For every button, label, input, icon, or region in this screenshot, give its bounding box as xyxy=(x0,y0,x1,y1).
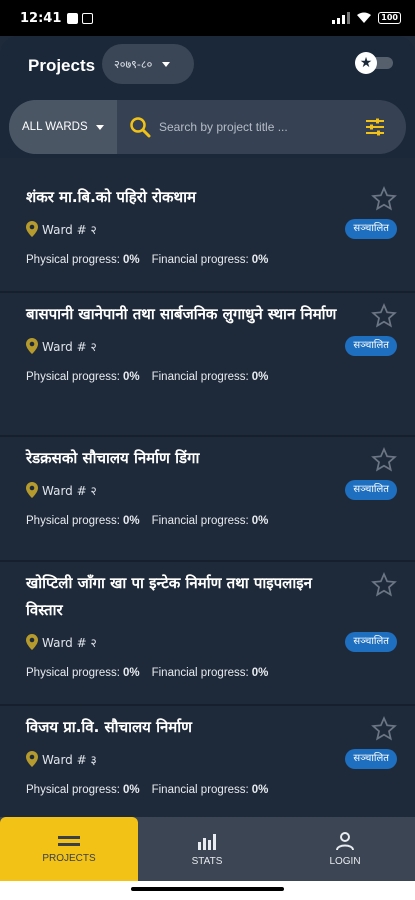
page-title: Projects xyxy=(28,56,96,75)
project-title: रेडक्रसको सौचालय निर्माण डिंगा xyxy=(26,449,200,467)
ward-row: Ward # २ सञ्चालित xyxy=(26,480,397,500)
nav-login[interactable]: LOGIN xyxy=(276,817,414,881)
project-title: शंकर मा.बि.को पहिरो रोकथाम xyxy=(26,188,196,206)
physical-progress-label: Physical progress: xyxy=(26,667,120,679)
ward-row: Ward # २ सञ्चालित xyxy=(26,632,397,652)
star-outline-icon[interactable] xyxy=(371,447,397,473)
progress-row: Physical progress: 0% Financial progress… xyxy=(26,781,389,799)
status-badge: सञ्चालित xyxy=(345,219,397,239)
search-icon xyxy=(130,117,151,138)
signal-icon xyxy=(332,12,351,24)
project-card[interactable]: शंकर मा.बि.को पहिरो रोकथाम Ward # २ सञ्च… xyxy=(0,176,415,293)
project-title: बासपानी खानेपानी तथा सार्बजनिक लुगाधुने … xyxy=(26,305,337,323)
financial-progress-value: 0% xyxy=(251,254,269,266)
bar-chart-icon xyxy=(198,833,216,850)
financial-progress-label: Financial progress: xyxy=(151,667,249,679)
star-outline-icon[interactable] xyxy=(371,716,397,742)
status-badge: सञ्चालित xyxy=(345,480,397,500)
financial-progress-label: Financial progress: xyxy=(151,254,249,266)
filter-sliders-icon[interactable] xyxy=(364,116,386,138)
progress-row: Physical progress: 0% Financial progress… xyxy=(26,368,389,386)
app-screen: Projects २०७९-८० ★ ALL WARDS Search by p… xyxy=(0,36,415,881)
project-card[interactable]: बासपानी खानेपानी तथा सार्बजनिक लुगाधुने … xyxy=(0,293,415,437)
ward-label: Ward # ३ xyxy=(42,752,97,767)
bottom-nav: PROJECTS STATS LOGIN xyxy=(0,817,415,881)
status-bar: 12:41 100 xyxy=(0,0,415,36)
financial-progress-value: 0% xyxy=(251,667,269,679)
wifi-icon xyxy=(357,12,372,23)
user-icon xyxy=(336,831,354,850)
physical-progress-value: 0% xyxy=(122,371,140,383)
chevron-down-icon xyxy=(95,124,104,130)
gallery-icon xyxy=(82,12,94,24)
nav-projects-label: PROJECTS xyxy=(42,852,96,864)
ward-row: Ward # २ सञ्चालित xyxy=(26,219,397,239)
favorites-toggle[interactable]: ★ xyxy=(355,52,395,74)
location-pin-icon xyxy=(26,634,38,650)
nav-stats[interactable]: STATS xyxy=(138,817,276,881)
battery-indicator: 100 xyxy=(378,12,401,24)
location-pin-icon xyxy=(26,751,38,767)
ward-label: Ward # २ xyxy=(42,222,97,237)
project-title: विजय प्रा.वि. सौचालय निर्माण xyxy=(26,718,192,736)
fiscal-year-value: २०७९-८० xyxy=(114,57,153,71)
system-icons: 100 xyxy=(332,12,401,24)
physical-progress-label: Physical progress: xyxy=(26,254,120,266)
status-badge: सञ्चालित xyxy=(345,336,397,356)
search-bar: ALL WARDS xyxy=(9,100,406,154)
ward-label: Ward # २ xyxy=(42,339,97,354)
status-time: 12:41 xyxy=(20,10,62,26)
ward-label: Ward # २ xyxy=(42,483,97,498)
physical-progress-value: 0% xyxy=(122,515,140,527)
location-pin-icon xyxy=(26,482,38,498)
ward-row: Ward # २ सञ्चालित xyxy=(26,336,397,356)
ward-filter-select[interactable]: ALL WARDS xyxy=(9,100,117,154)
location-pin-icon xyxy=(26,221,38,237)
financial-progress-label: Financial progress: xyxy=(151,515,249,527)
project-list: शंकर मा.बि.को पहिरो रोकथाम Ward # २ सञ्च… xyxy=(0,176,415,826)
ward-row: Ward # ३ सञ्चालित xyxy=(26,749,397,769)
financial-progress-label: Financial progress: xyxy=(151,784,249,796)
search-input[interactable] xyxy=(159,120,349,134)
star-outline-icon[interactable] xyxy=(371,572,397,598)
project-title: खोप्टिली जाँगा खा पा इन्टेक निर्माण तथा … xyxy=(26,574,312,619)
fiscal-year-select[interactable]: २०७९-८० xyxy=(102,44,194,84)
menu-bars-icon xyxy=(58,835,80,846)
status-badge: सञ्चालित xyxy=(345,632,397,652)
header: Projects २०७९-८० ★ ALL WARDS xyxy=(0,36,415,158)
sd-card-icon xyxy=(67,12,79,24)
physical-progress-value: 0% xyxy=(122,254,140,266)
progress-row: Physical progress: 0% Financial progress… xyxy=(26,251,389,269)
financial-progress-label: Financial progress: xyxy=(151,371,249,383)
physical-progress-value: 0% xyxy=(122,784,140,796)
status-badge: सञ्चालित xyxy=(345,749,397,769)
star-icon: ★ xyxy=(355,52,377,74)
financial-progress-value: 0% xyxy=(251,371,269,383)
chevron-down-icon xyxy=(162,61,171,67)
ward-label: Ward # २ xyxy=(42,635,97,650)
physical-progress-label: Physical progress: xyxy=(26,371,120,383)
physical-progress-value: 0% xyxy=(122,667,140,679)
physical-progress-label: Physical progress: xyxy=(26,515,120,527)
project-card[interactable]: खोप्टिली जाँगा खा पा इन्टेक निर्माण तथा … xyxy=(0,562,415,706)
nav-login-label: LOGIN xyxy=(329,855,361,867)
nav-projects[interactable]: PROJECTS xyxy=(0,817,138,881)
nav-stats-label: STATS xyxy=(191,855,223,867)
star-outline-icon[interactable] xyxy=(371,186,397,212)
project-card[interactable]: रेडक्रसको सौचालय निर्माण डिंगा Ward # २ … xyxy=(0,437,415,562)
physical-progress-label: Physical progress: xyxy=(26,784,120,796)
star-outline-icon[interactable] xyxy=(371,303,397,329)
progress-row: Physical progress: 0% Financial progress… xyxy=(26,512,389,530)
notification-icons xyxy=(67,12,94,24)
home-gesture-bar[interactable] xyxy=(131,887,284,891)
financial-progress-value: 0% xyxy=(251,784,269,796)
project-card[interactable]: विजय प्रा.वि. सौचालय निर्माण Ward # ३ सञ… xyxy=(0,706,415,826)
financial-progress-value: 0% xyxy=(251,515,269,527)
ward-filter-value: ALL WARDS xyxy=(22,121,88,133)
progress-row: Physical progress: 0% Financial progress… xyxy=(26,664,389,682)
location-pin-icon xyxy=(26,338,38,354)
